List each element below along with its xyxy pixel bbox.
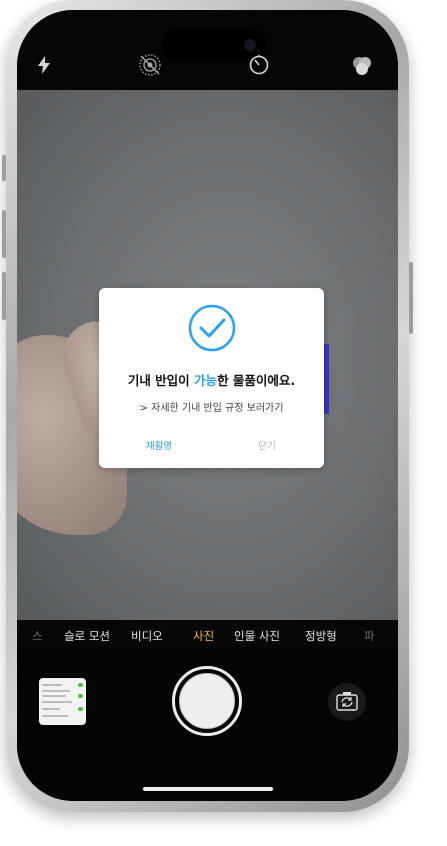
- volume-down-button: [2, 210, 6, 258]
- dialog-title-post: 한 물품이에요.: [217, 373, 296, 388]
- rules-link-label: 자세한 기내 반입 규정 보러가기: [151, 403, 284, 414]
- front-camera-icon: [244, 39, 256, 51]
- live-photo-off-icon[interactable]: [138, 53, 162, 81]
- camera-mode-selector: 스 슬로 모션 비디오 사진 인물 사진 정방형 파: [17, 620, 398, 650]
- side-button: [2, 272, 6, 320]
- mode-square[interactable]: 정방형: [305, 628, 337, 644]
- check-circle-icon: [188, 304, 236, 352]
- camera-top-bar: [17, 10, 398, 90]
- result-dialog: 기내 반입이 가능한 물품이에요. > 자세한 기내 반입 규정 보러가기 재촬…: [99, 288, 324, 468]
- camera-viewfinder[interactable]: 기내 반입이 가능한 물품이에요. > 자세한 기내 반입 규정 보러가기 재촬…: [17, 90, 398, 620]
- photo-library-thumbnail[interactable]: [39, 678, 86, 725]
- shutter-inner: [179, 673, 235, 729]
- mode-video[interactable]: 비디오: [131, 628, 163, 644]
- home-indicator[interactable]: [143, 787, 273, 791]
- filters-icon[interactable]: [351, 56, 373, 80]
- timer-icon[interactable]: [248, 54, 270, 80]
- mode-timelapse[interactable]: 스: [32, 628, 43, 644]
- chevron-right-icon: >: [139, 403, 148, 414]
- switch-camera-icon: [336, 692, 358, 711]
- dialog-title: 기내 반입이 가능한 물품이에요.: [99, 370, 324, 389]
- dialog-title-highlight: 가능: [194, 373, 218, 388]
- power-button: [409, 262, 413, 334]
- switch-camera-button[interactable]: [328, 683, 366, 721]
- phone-frame: 기내 반입이 가능한 물품이에요. > 자세한 기내 반입 규정 보러가기 재촬…: [2, 0, 413, 812]
- close-button[interactable]: 닫기: [211, 438, 323, 452]
- volume-up-button: [2, 155, 6, 181]
- retake-button[interactable]: 재촬영: [103, 438, 215, 452]
- mode-photo[interactable]: 사진: [193, 628, 214, 644]
- mode-portrait[interactable]: 인물 사진: [234, 628, 280, 644]
- flash-icon[interactable]: [37, 56, 51, 78]
- camera-bottom-controls: [17, 650, 398, 801]
- rules-link[interactable]: > 자세한 기내 반입 규정 보러가기: [99, 399, 324, 414]
- mode-slow-motion[interactable]: 슬로 모션: [64, 628, 110, 644]
- dialog-title-pre: 기내 반입이: [127, 373, 195, 388]
- shutter-button[interactable]: [172, 666, 242, 736]
- mode-panorama[interactable]: 파: [364, 628, 375, 644]
- screen: 기내 반입이 가능한 물품이에요. > 자세한 기내 반입 규정 보러가기 재촬…: [17, 10, 398, 801]
